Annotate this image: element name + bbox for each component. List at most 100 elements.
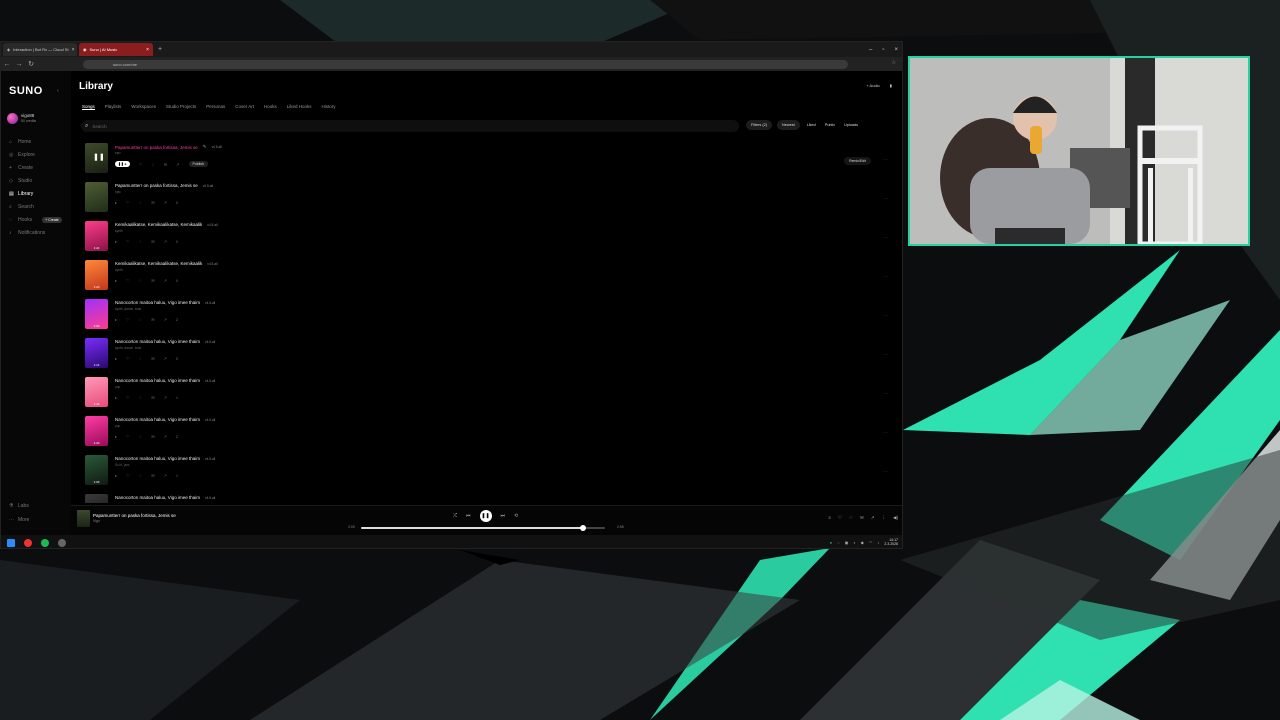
new-tab-button[interactable]: +: [158, 46, 162, 53]
play-icon[interactable]: ▸: [115, 278, 117, 283]
song-title[interactable]: Papamuntterr on paska fortissa, Jemis se…: [115, 183, 213, 188]
like-icon[interactable]: ♡: [126, 317, 130, 322]
liked-filter[interactable]: Liked: [805, 120, 818, 130]
share-icon[interactable]: ↗: [164, 278, 167, 283]
browser-tab-2[interactable]: ◉ Suno | AI Music ×: [79, 43, 153, 56]
dislike-icon[interactable]: ♢: [151, 162, 155, 167]
sidebar-item-explore[interactable]: ◎ Explore: [9, 152, 35, 158]
dislike-icon[interactable]: ♢: [139, 395, 143, 400]
tab-playlists[interactable]: Playlists: [105, 104, 122, 110]
song-cover[interactable]: 1:14: [85, 338, 108, 368]
share-icon[interactable]: ↗: [164, 356, 167, 361]
dislike-icon[interactable]: ♢: [139, 356, 143, 361]
more-options-icon[interactable]: ⋯: [883, 430, 888, 436]
app-icon[interactable]: [58, 538, 66, 547]
browser-app-icon[interactable]: [24, 538, 32, 547]
browser-tab-1[interactable]: ◈ Interaction | Bot Rx — Cloud St ×: [3, 43, 77, 56]
play-icon[interactable]: ▸: [115, 356, 117, 361]
comment-icon[interactable]: ✉: [151, 395, 154, 400]
sidebar-item-hooks[interactable]: ◌ Hooks + Create: [9, 217, 62, 223]
song-cover[interactable]: ❚❚: [85, 143, 108, 173]
comment-icon[interactable]: ✉: [151, 473, 154, 478]
comment-icon[interactable]: ✉: [151, 356, 154, 361]
play-pause-pill[interactable]: ❚❚ ▸: [115, 161, 130, 167]
avatar[interactable]: [7, 113, 18, 124]
url-field[interactable]: suno.com/me: [83, 60, 848, 69]
tray-icon[interactable]: ●: [830, 540, 832, 545]
song-title[interactable]: Nanocorton maitoa haluu, Vigo imee thaim…: [115, 495, 215, 500]
song-cover[interactable]: 1:44: [85, 377, 108, 407]
wifi-icon[interactable]: ◠: [869, 540, 873, 545]
windows-start-icon[interactable]: [7, 538, 15, 547]
dislike-icon[interactable]: ♢: [139, 317, 143, 322]
reload-icon[interactable]: ↻: [25, 60, 37, 68]
repeat-icon[interactable]: ⟲: [514, 513, 518, 519]
dislike-icon[interactable]: ♢: [139, 239, 143, 244]
filters-button[interactable]: Filters (2): [746, 120, 773, 130]
minimize-icon[interactable]: –: [869, 47, 872, 53]
song-title[interactable]: Nanocorton maitoa haluu, Vigo imee thaim…: [115, 300, 215, 305]
sidebar-item-home[interactable]: ⌂ Home: [9, 139, 31, 145]
like-icon[interactable]: ♡: [126, 239, 130, 244]
song-row[interactable]: 1:14 Nanocorton maitoa haluu, Vigo imee t…: [83, 338, 898, 372]
song-title[interactable]: Papamuntterr on paska fortissa, Jemis se…: [115, 144, 222, 150]
share-icon[interactable]: ↗: [176, 162, 179, 167]
maximize-icon[interactable]: ▫: [882, 47, 884, 53]
song-cover[interactable]: 1:09: [85, 455, 108, 485]
song-row[interactable]: ❚❚ Papamuntterr on paska fortissa, Jemis …: [83, 143, 898, 177]
close-tab-icon[interactable]: ×: [146, 47, 149, 53]
tab-workspaces[interactable]: Workspaces: [131, 104, 156, 110]
song-cover[interactable]: 1:09: [85, 299, 108, 329]
play-icon[interactable]: ▸: [115, 317, 117, 322]
like-icon[interactable]: ♡: [126, 278, 130, 283]
next-icon[interactable]: ⏭: [501, 513, 506, 519]
sidebar-item-more[interactable]: ⋯ More: [9, 517, 29, 523]
sidebar-item-notifications[interactable]: ♪ Notifications: [9, 230, 45, 236]
close-window-icon[interactable]: ×: [894, 47, 898, 53]
more-options-icon[interactable]: ⋯: [883, 235, 888, 241]
song-cover[interactable]: 1:20: [85, 416, 108, 446]
share-icon[interactable]: ↗: [164, 473, 167, 478]
song-row[interactable]: 1:09 Nanocorton maitoa haluu, Vigo imee t…: [83, 455, 898, 489]
like-icon[interactable]: ♡: [126, 200, 130, 205]
song-title[interactable]: Kemikaalikatse, Kemikaalikatse, Kemikaal…: [115, 261, 218, 266]
tray-icon[interactable]: ◐: [853, 540, 855, 545]
share-icon[interactable]: ↗: [164, 239, 167, 244]
volume-icon[interactable]: ♪: [877, 540, 879, 545]
back-icon[interactable]: ←: [1, 61, 13, 68]
song-row[interactable]: 1:24 Kemikaalikatse, Kemikaalikatse, Kemi…: [83, 221, 898, 255]
progress-knob[interactable]: [580, 524, 587, 531]
comment-icon[interactable]: ✉: [151, 434, 154, 439]
dislike-icon[interactable]: ♢: [139, 473, 143, 478]
song-title[interactable]: Nanocorton maitoa haluu, Vigo imee thaim…: [115, 339, 215, 344]
like-icon[interactable]: ♡: [139, 162, 143, 167]
like-icon[interactable]: ♡: [126, 395, 130, 400]
now-playing-cover[interactable]: [77, 510, 90, 527]
tab-liked-hooks[interactable]: Liked Hooks: [287, 104, 312, 110]
sidebar-item-labs[interactable]: ⚗ Labs: [9, 503, 29, 509]
song-row[interactable]: 1:20 Nanocorton maitoa haluu, Vigo imee t…: [83, 416, 898, 450]
sidebar-item-library[interactable]: ▤ Library: [9, 191, 33, 197]
sidebar-item-create[interactable]: + Create: [9, 165, 33, 171]
uploads-filter[interactable]: Uploads: [842, 120, 860, 130]
collapse-sidebar-icon[interactable]: ‹: [57, 88, 59, 94]
pause-icon[interactable]: ❚❚: [93, 153, 105, 161]
create-hook-button[interactable]: + Create: [42, 217, 62, 223]
close-tab-icon[interactable]: ×: [72, 47, 75, 53]
play-icon[interactable]: ▸: [115, 395, 117, 400]
like-icon[interactable]: ♡: [126, 434, 130, 439]
more-options-icon[interactable]: ⋯: [883, 391, 888, 397]
bookmark-star-icon[interactable]: ☆: [892, 60, 896, 66]
publish-button[interactable]: Publish: [188, 161, 208, 167]
share-icon[interactable]: ↗: [164, 200, 167, 205]
play-icon[interactable]: ▸: [115, 434, 117, 439]
more-options-icon[interactable]: ⋯: [883, 196, 888, 202]
comment-icon[interactable]: ✉: [860, 515, 864, 521]
remix-edit-button[interactable]: Remix/Edit: [844, 157, 871, 165]
dislike-icon[interactable]: ♢: [849, 515, 853, 521]
song-cover[interactable]: [85, 494, 108, 503]
previous-icon[interactable]: ⏮: [466, 513, 471, 519]
now-playing-artist[interactable]: Vigo: [93, 519, 100, 523]
progress-bar[interactable]: [361, 524, 605, 531]
song-title[interactable]: Nanocorton maitoa haluu, Vigo imee thaim…: [115, 417, 215, 422]
